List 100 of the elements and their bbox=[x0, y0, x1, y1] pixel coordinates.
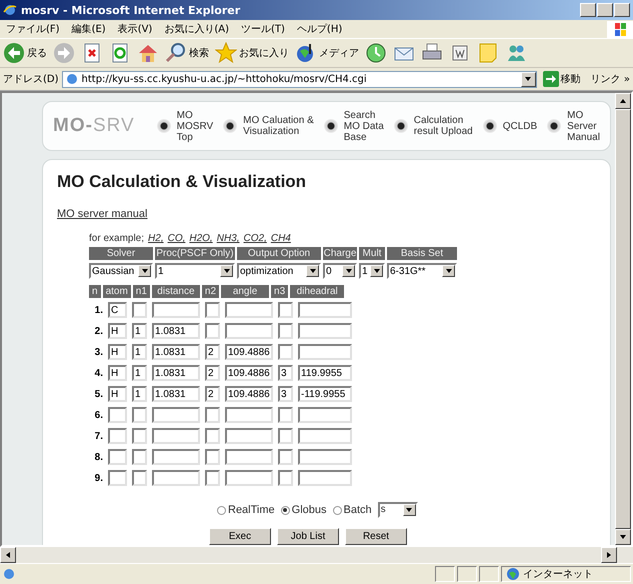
n3-field[interactable] bbox=[278, 428, 293, 444]
n2-field[interactable] bbox=[205, 407, 220, 423]
dropdown[interactable]: 1 bbox=[155, 263, 235, 279]
menu-item[interactable]: 表示(V) bbox=[118, 22, 152, 36]
toolbar-button[interactable]: 検索 bbox=[165, 42, 209, 64]
horizontal-scrollbar[interactable] bbox=[0, 547, 633, 563]
distance-field[interactable] bbox=[152, 302, 200, 318]
n3-field[interactable] bbox=[278, 407, 293, 423]
form-button[interactable]: Job List bbox=[277, 528, 339, 545]
go-button[interactable]: 移動 bbox=[540, 71, 584, 87]
n1-field[interactable] bbox=[132, 302, 147, 318]
maximize-button[interactable] bbox=[597, 3, 613, 17]
nav-link[interactable]: Calculation result Upload bbox=[414, 115, 473, 137]
n2-field[interactable] bbox=[205, 428, 220, 444]
n1-field[interactable]: 1 bbox=[132, 323, 147, 339]
radio-option[interactable]: Batch bbox=[332, 503, 372, 517]
angle-field[interactable] bbox=[225, 470, 273, 486]
address-field[interactable]: http://kyu-ss.cc.kyushu-u.ac.jp/~httohoku/mosrv/CH4.cgi bbox=[62, 70, 537, 88]
n3-field[interactable] bbox=[278, 302, 293, 318]
form-button[interactable]: Exec bbox=[209, 528, 271, 545]
radio-option[interactable]: RealTime bbox=[217, 503, 275, 517]
n2-field[interactable]: 2 bbox=[205, 386, 220, 402]
dropdown[interactable]: optimization bbox=[237, 263, 321, 279]
n1-field[interactable] bbox=[132, 407, 147, 423]
n2-field[interactable]: 2 bbox=[205, 365, 220, 381]
n2-field[interactable] bbox=[205, 470, 220, 486]
atom-field[interactable] bbox=[108, 428, 127, 444]
dihedral-field[interactable] bbox=[298, 344, 352, 360]
dropdown[interactable]: s bbox=[378, 502, 418, 518]
atom-field[interactable] bbox=[108, 470, 127, 486]
dihedral-field[interactable] bbox=[298, 428, 352, 444]
dropdown[interactable]: 0 bbox=[323, 263, 357, 279]
n3-field[interactable]: 3 bbox=[278, 386, 293, 402]
angle-field[interactable]: 109.4886 bbox=[225, 386, 273, 402]
dihedral-field[interactable]: 119.9955 bbox=[298, 365, 352, 381]
toolbar-button[interactable]: 戻る bbox=[3, 42, 47, 64]
n2-field[interactable]: 2 bbox=[205, 344, 220, 360]
atom-field[interactable]: H bbox=[108, 323, 127, 339]
toolbar-button[interactable]: お気に入り bbox=[215, 42, 289, 64]
dropdown[interactable]: 6-31G** bbox=[387, 263, 457, 279]
dihedral-field[interactable] bbox=[298, 407, 352, 423]
toolbar-button[interactable] bbox=[137, 42, 159, 64]
example-link[interactable]: H2, bbox=[148, 233, 164, 245]
dihedral-field[interactable]: -119.9955 bbox=[298, 386, 352, 402]
angle-field[interactable] bbox=[225, 323, 273, 339]
radio-button[interactable] bbox=[332, 506, 342, 514]
radio-button[interactable] bbox=[280, 506, 290, 514]
form-button[interactable]: Reset bbox=[345, 528, 407, 545]
n2-field[interactable] bbox=[205, 302, 220, 318]
n2-field[interactable] bbox=[205, 449, 220, 465]
n1-field[interactable]: 1 bbox=[132, 344, 147, 360]
atom-field[interactable] bbox=[108, 407, 127, 423]
close-button[interactable] bbox=[614, 3, 630, 17]
minimize-button[interactable] bbox=[580, 3, 596, 17]
dropdown[interactable]: Gaussian bbox=[89, 263, 153, 279]
distance-field[interactable]: 1.0831 bbox=[152, 323, 200, 339]
links-button[interactable]: リンク » bbox=[586, 72, 630, 86]
atom-field[interactable] bbox=[108, 449, 127, 465]
example-link[interactable]: CO2, bbox=[244, 233, 267, 245]
n2-field[interactable] bbox=[205, 323, 220, 339]
example-link[interactable]: CH4 bbox=[270, 233, 291, 245]
n1-field[interactable] bbox=[132, 470, 147, 486]
distance-field[interactable] bbox=[152, 449, 200, 465]
distance-field[interactable] bbox=[152, 470, 200, 486]
menu-item[interactable]: ヘルプ(H) bbox=[296, 22, 342, 36]
dihedral-field[interactable] bbox=[298, 449, 352, 465]
dihedral-field[interactable] bbox=[298, 302, 352, 318]
atom-field[interactable]: H bbox=[108, 386, 127, 402]
nav-link[interactable]: Search MO Data Base bbox=[344, 110, 384, 142]
toolbar-button[interactable] bbox=[365, 42, 387, 64]
menu-item[interactable]: お気に入り(A) bbox=[164, 22, 229, 36]
dihedral-field[interactable] bbox=[298, 470, 352, 486]
n3-field[interactable] bbox=[278, 344, 293, 360]
atom-field[interactable]: H bbox=[108, 365, 127, 381]
radio-option[interactable]: Globus bbox=[280, 503, 327, 517]
example-link[interactable]: CO, bbox=[168, 233, 186, 245]
nav-link[interactable]: QCLDB bbox=[502, 120, 538, 132]
n3-field[interactable] bbox=[278, 449, 293, 465]
nav-link[interactable]: MO Server Manual bbox=[567, 110, 600, 142]
n1-field[interactable] bbox=[132, 449, 147, 465]
angle-field[interactable] bbox=[225, 449, 273, 465]
nav-link[interactable]: MO Caluation & Visualization bbox=[243, 115, 314, 137]
dropdown[interactable]: 1 bbox=[359, 263, 385, 279]
menu-item[interactable]: 編集(E) bbox=[72, 22, 106, 36]
menu-item[interactable]: ファイル(F) bbox=[6, 22, 60, 36]
angle-field[interactable] bbox=[225, 428, 273, 444]
atom-field[interactable]: H bbox=[108, 344, 127, 360]
angle-field[interactable] bbox=[225, 407, 273, 423]
n1-field[interactable]: 1 bbox=[132, 365, 147, 381]
nav-link[interactable]: MO MOSRV Top bbox=[176, 110, 214, 142]
distance-field[interactable] bbox=[152, 428, 200, 444]
angle-field[interactable] bbox=[225, 302, 273, 318]
distance-field[interactable] bbox=[152, 407, 200, 423]
manual-link[interactable]: MO server manual bbox=[57, 208, 148, 221]
distance-field[interactable]: 1.0831 bbox=[152, 344, 200, 360]
n3-field[interactable] bbox=[278, 323, 293, 339]
angle-field[interactable]: 109.4886 bbox=[225, 365, 273, 381]
distance-field[interactable]: 1.0831 bbox=[152, 365, 200, 381]
n3-field[interactable]: 3 bbox=[278, 365, 293, 381]
distance-field[interactable]: 1.0831 bbox=[152, 386, 200, 402]
